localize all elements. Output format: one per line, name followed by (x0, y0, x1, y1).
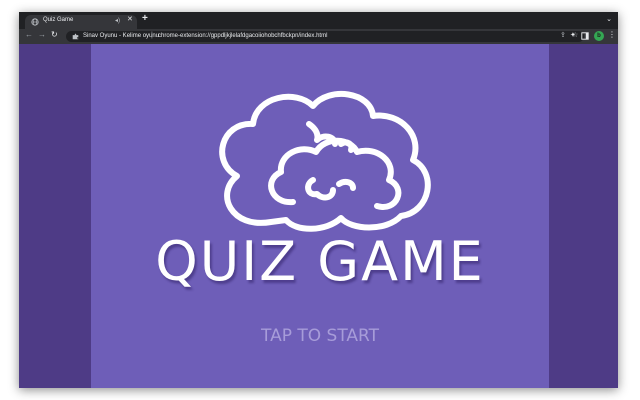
share-icon[interactable]: ⇪ (560, 32, 566, 39)
extensions-icon[interactable]: ✦ (570, 32, 576, 39)
arrow-right-icon[interactable]: → (38, 31, 46, 39)
game-start-screen[interactable]: QUIZ GAME TAP TO START (91, 44, 549, 388)
speaker-icon[interactable]: ◂) (115, 17, 120, 24)
site-name: Sinav Oyunu - Kelime oyunu (83, 33, 160, 39)
tab-title: Quiz Game (43, 17, 74, 23)
brain-icon (219, 90, 431, 232)
tap-to-start-button[interactable]: TAP TO START (91, 326, 549, 346)
close-icon[interactable]: ✕ (127, 16, 133, 23)
menu-icon[interactable]: ⋮ (608, 31, 616, 39)
url-text[interactable]: chrome-extension://gppdljkjlelafdgacoiio… (158, 33, 327, 39)
browser-window: Quiz Game ◂) ✕ + ⌄ ← → ↻ Sinav Oyunu - K… (19, 12, 618, 388)
chevron-down-icon[interactable]: ⌄ (606, 15, 612, 23)
profile-avatar[interactable]: b (594, 31, 604, 41)
reload-icon[interactable]: ↻ (51, 31, 58, 39)
globe-icon (31, 18, 39, 26)
extension-icon (72, 33, 79, 40)
address-bar[interactable]: Sinav Oyunu - Kelime oyunu | chrome-exte… (66, 31, 584, 42)
new-tab-button[interactable]: + (142, 14, 148, 24)
side-panel-icon[interactable] (581, 32, 589, 40)
url-separator: | (151, 32, 153, 39)
game-title: QUIZ GAME (155, 230, 485, 293)
arrow-left-icon[interactable]: ← (25, 31, 33, 39)
page-content: QUIZ GAME TAP TO START (19, 44, 618, 388)
toolbar: ← → ↻ Sinav Oyunu - Kelime oyunu | chrom… (19, 29, 618, 44)
tab-quiz-game[interactable]: Quiz Game ◂) ✕ (25, 15, 137, 29)
tab-strip: Quiz Game ◂) ✕ + ⌄ (19, 12, 618, 29)
